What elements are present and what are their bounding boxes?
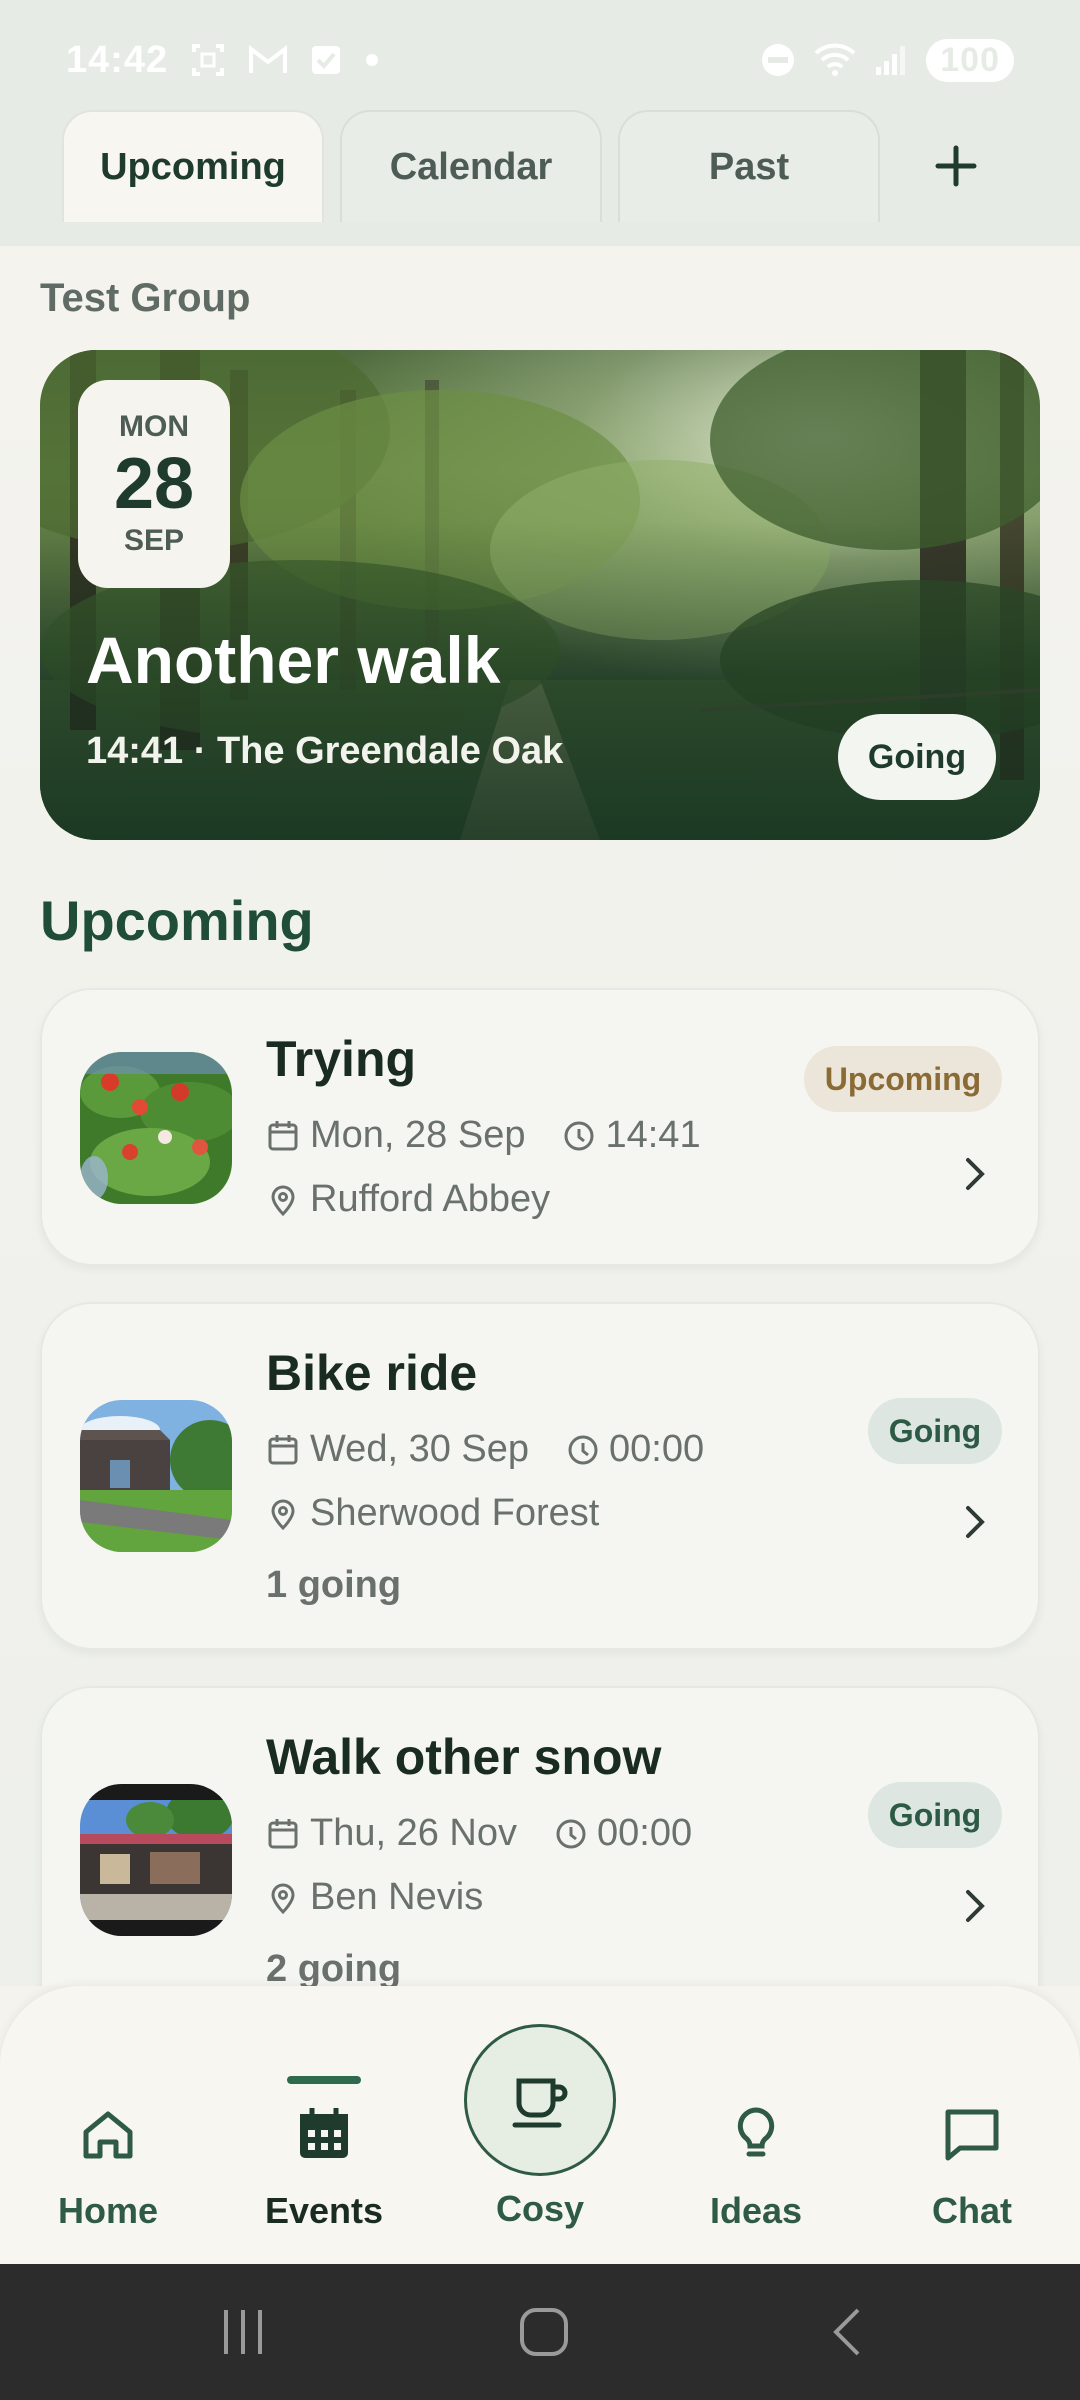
battery-indicator: 100 <box>926 38 1014 82</box>
location-pin-icon <box>271 1185 295 1216</box>
gmail-icon <box>248 44 288 76</box>
event-date: Mon, 28 Sep <box>310 1114 526 1156</box>
nav-home[interactable]: Home <box>8 1986 208 2264</box>
bottom-nav: Home Events Cosy Ideas Chat <box>0 1986 1080 2264</box>
event-title: Bike ride <box>266 1345 478 1401</box>
signal-icon <box>874 43 908 77</box>
nav-label: Chat <box>932 2190 1012 2231</box>
event-time: 00:00 <box>609 1428 705 1470</box>
event-time: 14:41 <box>605 1114 701 1156</box>
nav-chat[interactable]: Chat <box>872 1986 1072 2264</box>
dnd-icon <box>760 42 796 78</box>
active-indicator <box>287 2076 361 2084</box>
system-navigation-bar <box>0 2264 1080 2400</box>
event-location-row: Ben Nevis <box>266 1876 483 1919</box>
chevron-right-icon[interactable] <box>952 1152 996 1196</box>
featured-event-subtitle: 14:41 · The Greendale Oak <box>86 730 564 772</box>
clock-icon <box>568 1435 598 1464</box>
event-datetime: Mon, 28 Sep 14:41 <box>266 1114 701 1157</box>
check-icon <box>310 44 342 76</box>
date-month: SEP <box>123 524 185 557</box>
event-card[interactable]: Walk other snow Thu, 26 Nov 00:00 Ben Ne… <box>40 1686 1040 1986</box>
event-date: Thu, 26 Nov <box>310 1812 517 1854</box>
nav-label: Events <box>264 2190 384 2231</box>
home-system-icon[interactable] <box>516 2304 572 2360</box>
location-pin-icon <box>271 1499 295 1530</box>
group-name: Test Group <box>40 276 251 320</box>
event-title: Walk other snow <box>266 1729 662 1785</box>
nav-label: Home <box>57 2190 159 2231</box>
calendar-small-icon <box>268 1818 298 1848</box>
event-datetime: Thu, 26 Nov 00:00 <box>266 1812 692 1855</box>
chat-icon <box>945 2109 999 2161</box>
event-location: Sherwood Forest <box>310 1492 600 1534</box>
events-screen: 14:42 100 Upcoming Calendar Past Test Gr… <box>0 0 1080 2400</box>
calendar-small-icon <box>268 1434 298 1464</box>
status-time: 14:42 <box>66 38 169 81</box>
event-thumbnail <box>80 1400 232 1552</box>
section-title: Upcoming <box>40 889 314 952</box>
location-pin-icon <box>271 1883 295 1914</box>
events-content: Test Group MON 28 SEP Another walk 14:41… <box>0 246 1080 1986</box>
recents-icon[interactable] <box>218 2304 268 2360</box>
chevron-right-icon[interactable] <box>952 1500 996 1544</box>
event-title: Trying <box>266 1031 417 1087</box>
event-card[interactable]: Trying Mon, 28 Sep 14:41 Rufford Abbey U… <box>40 988 1040 1266</box>
going-count: 2 going <box>266 1948 402 1986</box>
rsvp-going-button[interactable]: Going <box>838 714 996 800</box>
event-location-row: Sherwood Forest <box>266 1492 599 1535</box>
status-bar: 14:42 100 <box>0 0 1080 120</box>
event-location-row: Rufford Abbey <box>266 1178 550 1221</box>
nav-cosy[interactable]: Cosy <box>440 1986 640 2264</box>
event-datetime: Wed, 30 Sep 00:00 <box>266 1428 704 1471</box>
event-time: 00:00 <box>597 1812 693 1854</box>
add-event-button[interactable] <box>908 130 1004 202</box>
event-date: Wed, 30 Sep <box>310 1428 530 1470</box>
lightbulb-icon <box>737 2107 775 2157</box>
event-location: Ben Nevis <box>310 1876 484 1918</box>
date-badge: MON 28 SEP <box>78 380 230 588</box>
featured-event-title: Another walk <box>86 623 501 697</box>
nav-label: Ideas <box>709 2190 803 2231</box>
tab-past[interactable]: Past <box>618 110 880 222</box>
back-icon[interactable] <box>826 2304 866 2360</box>
date-day: 28 <box>113 444 195 524</box>
event-location: Rufford Abbey <box>310 1178 551 1220</box>
calendar-small-icon <box>268 1120 298 1150</box>
date-weekday: MON <box>119 410 189 443</box>
going-count: 1 going <box>266 1564 402 1606</box>
tab-upcoming[interactable]: Upcoming <box>62 110 324 222</box>
calendar-icon <box>300 2108 348 2158</box>
nav-label: Cosy <box>495 2188 585 2229</box>
clock-icon <box>564 1121 594 1150</box>
event-card[interactable]: Bike ride Wed, 30 Sep 00:00 Sherwood For… <box>40 1302 1040 1650</box>
screenshot-icon <box>190 42 226 78</box>
status-badge: Going <box>868 1782 1002 1848</box>
home-icon <box>83 2111 133 2159</box>
wifi-icon <box>814 43 856 77</box>
chevron-right-icon[interactable] <box>952 1884 996 1928</box>
clock-icon <box>556 1819 586 1848</box>
status-badge: Upcoming <box>804 1046 1002 1112</box>
tab-calendar[interactable]: Calendar <box>340 110 602 222</box>
plus-icon <box>935 145 977 187</box>
nav-events[interactable]: Events <box>224 1986 424 2264</box>
event-thumbnail <box>80 1052 232 1204</box>
tabs-bar: Upcoming Calendar Past <box>0 110 1080 246</box>
event-thumbnail <box>80 1784 232 1936</box>
nav-ideas[interactable]: Ideas <box>656 1986 856 2264</box>
status-badge: Going <box>868 1398 1002 1464</box>
dot-icon <box>364 52 380 68</box>
featured-event-card[interactable]: MON 28 SEP Another walk 14:41 · The Gree… <box>40 350 1040 840</box>
